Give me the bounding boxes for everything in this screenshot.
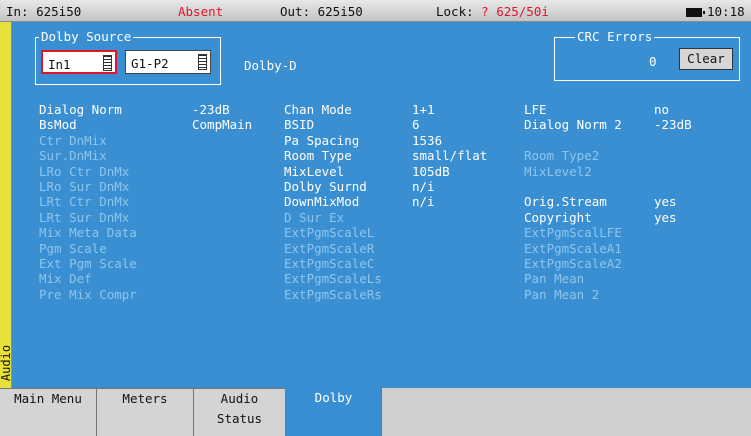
param-col1-label: LRt Sur DnMx — [39, 209, 130, 225]
output-format: Out: 625i50 — [280, 4, 363, 19]
lock-label: Lock: — [436, 4, 482, 19]
param-col3-label: Copyright — [524, 209, 592, 225]
tab-label: Audio — [220, 391, 259, 406]
param-col2-value: n/i — [412, 179, 435, 194]
tab-dolby[interactable]: Dolby — [286, 388, 382, 436]
group-select[interactable]: G1-P2 — [125, 50, 211, 74]
param-col2-label: D Sur Ex — [284, 209, 345, 225]
param-col3-label: ExtPgmScaleA2 — [524, 256, 622, 271]
param-col3-label: ExtPgmScaleA1 — [524, 240, 622, 256]
param-col2-value: 105dB — [412, 163, 450, 179]
param-col2-value: 1+1 — [412, 102, 435, 117]
param-col1-label: Mix Def — [39, 271, 92, 287]
crc-error-count: 0 — [649, 54, 657, 69]
tab-label: Meters — [122, 391, 168, 406]
param-col2-label: ExtPgmScaleC — [284, 256, 375, 271]
param-col2-label: Pa Spacing — [284, 132, 360, 148]
param-col3-label: Pan Mean 2 — [524, 286, 600, 302]
param-col1-label: LRt Ctr DnMx — [39, 194, 130, 210]
param-col1-label: Ctr DnMix — [39, 132, 107, 148]
param-col2-value: n/i — [412, 194, 435, 210]
tab-label: Dolby — [314, 390, 353, 405]
dolby-source-group: Dolby Source In1 G1-P2 — [35, 29, 221, 85]
param-col2-label: ExtPgmScaleRs — [284, 286, 382, 302]
param-col1-label: LRo Sur DnMx — [39, 179, 130, 194]
param-col2-label: Dolby Surnd — [284, 179, 367, 194]
lock-value: ? 625/50i — [481, 4, 549, 19]
param-col3-label: LFE — [524, 102, 547, 117]
param-col2-label: Chan Mode — [284, 102, 352, 117]
param-col2-label: ExtPgmScaleR — [284, 240, 375, 256]
param-col2-label: ExtPgmScaleL — [284, 225, 375, 241]
param-col3-label: Room Type2 — [524, 148, 600, 164]
param-col2-label: ExtPgmScaleLs — [284, 271, 382, 287]
side-tab-audio[interactable]: Audio — [0, 22, 13, 388]
clear-button-label: Clear — [687, 51, 725, 66]
param-col2-label: BSID — [284, 117, 315, 133]
param-col3-label: Pan Mean — [524, 271, 585, 287]
dolby-format: Dolby-D — [244, 58, 297, 73]
crc-errors-title: CRC Errors — [575, 29, 655, 45]
battery-icon — [686, 8, 705, 17]
tab-label-2: Status — [216, 411, 263, 426]
scroll-arrow-icon — [198, 54, 207, 70]
tab-label: Main Menu — [14, 391, 82, 406]
param-col3-value: yes — [654, 209, 677, 225]
param-col1-label: Ext Pgm Scale — [39, 256, 137, 271]
scroll-arrow-icon — [103, 55, 112, 71]
param-col1-label: Dialog Norm — [39, 102, 122, 117]
param-col3-label: ExtPgmScalLFE — [524, 225, 622, 241]
bottom-tab-bar: Main Menu Meters Audio Status Dolby — [0, 388, 751, 436]
crc-errors-group: CRC Errors 0 Clear — [554, 29, 740, 81]
param-col1-label: BsMod — [39, 117, 77, 133]
param-col1-value: CompMain — [192, 117, 253, 133]
lock-status: Lock: ? 625/50i — [436, 4, 549, 19]
presence-status: Absent — [178, 4, 224, 19]
param-col3-label: Dialog Norm 2 — [524, 117, 622, 133]
param-col3-value: yes — [654, 194, 677, 210]
time: 10:18 — [707, 4, 745, 19]
clock: 10:18 — [686, 4, 745, 19]
clear-button[interactable]: Clear — [679, 48, 733, 70]
tab-meters[interactable]: Meters — [97, 388, 194, 436]
status-bar: In: 625i50 Absent Out: 625i50 Lock: ? 62… — [0, 0, 751, 22]
param-col2-label: Room Type — [284, 148, 352, 164]
param-col1-label: LRo Ctr DnMx — [39, 163, 130, 179]
input-select[interactable]: In1 — [41, 50, 117, 74]
param-col3-label: MixLevel2 — [524, 163, 592, 179]
param-col1-label: Pre Mix Compr — [39, 286, 137, 302]
param-col2-value: 6 — [412, 117, 420, 133]
param-col2-label: DownMixMod — [284, 194, 360, 210]
param-col1-label: Mix Meta Data — [39, 225, 137, 241]
param-col2-value: small/flat — [412, 148, 488, 164]
tab-main-menu[interactable]: Main Menu — [0, 388, 97, 436]
param-col2-label: MixLevel — [284, 163, 345, 179]
param-col1-value: -23dB — [192, 102, 230, 117]
dolby-source-title: Dolby Source — [39, 29, 134, 45]
tab-audio-status[interactable]: Audio Status — [194, 388, 286, 436]
dolby-panel: Dolby Source In1 G1-P2 Dolby-D CRC Error… — [12, 22, 751, 388]
input-select-value: In1 — [48, 57, 71, 72]
input-format: In: 625i50 — [6, 4, 82, 19]
param-col1-label: Sur.DnMix — [39, 148, 107, 164]
param-col3-value: no — [654, 102, 670, 117]
param-col3-label: Orig.Stream — [524, 194, 607, 210]
param-col2-value: 1536 — [412, 132, 443, 148]
param-col1-label: Pgm Scale — [39, 240, 107, 256]
group-select-value: G1-P2 — [131, 56, 169, 71]
param-col3-value: -23dB — [654, 117, 692, 133]
